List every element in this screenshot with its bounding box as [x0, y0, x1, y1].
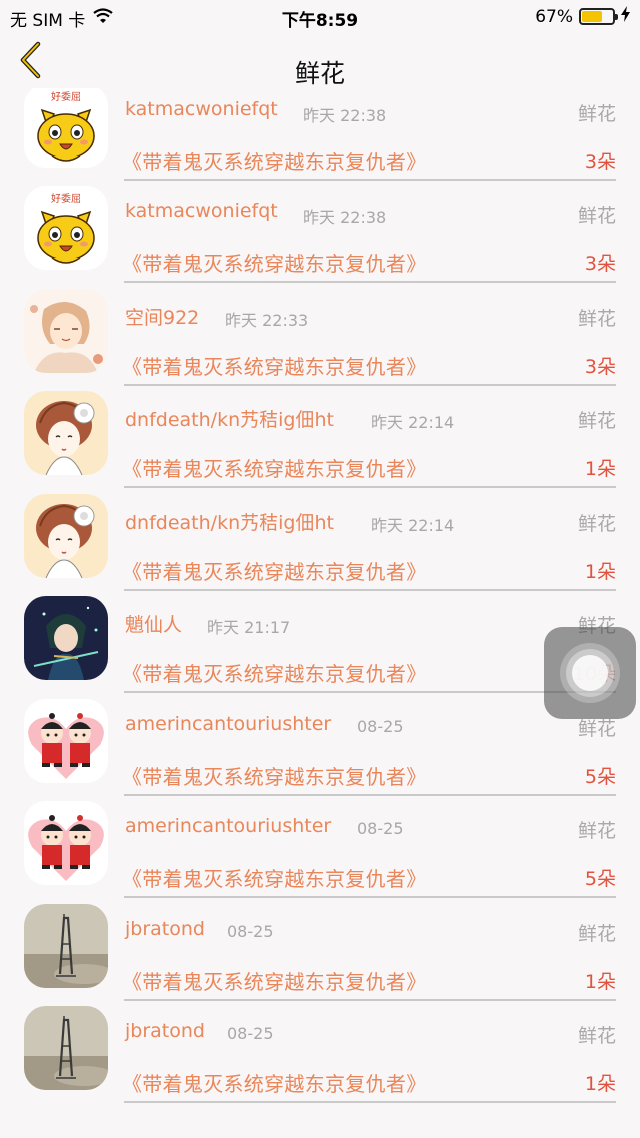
timestamp: 昨天 22:38: [303, 208, 387, 227]
avatar[interactable]: [24, 493, 108, 578]
battery-tip: [615, 14, 618, 20]
sender-name[interactable]: amerincantouriushter: [125, 713, 331, 735]
timestamp: 08-25: [357, 716, 404, 736]
gift-type: 鲜花: [577, 1025, 616, 1047]
gift-type: 鲜花: [577, 307, 616, 330]
list-item[interactable]: dnfdeath/kn艿秸ig佃ht 昨天 22:14 鲜花 《带着鬼灭系统穿越东京复…: [0, 371, 640, 488]
sender-name[interactable]: jbratond: [125, 1020, 205, 1042]
list-item[interactable]: jbratond 08-25 鲜花《带着鬼灭系统穿越东京复仇者》 1朵: [0, 986, 640, 1103]
timestamp: 昨天 22:33: [225, 310, 309, 330]
gift-type: 鲜花: [577, 410, 616, 432]
status-right: 67%: [535, 6, 630, 27]
avatar[interactable]: [24, 596, 108, 680]
assistive-ring-inner: [572, 655, 608, 691]
page-title: 鲜花: [294, 59, 345, 88]
sender-name[interactable]: dnfdeath/kn艿秸ig佃ht: [125, 405, 334, 432]
nav-bar: 鲜花: [0, 32, 640, 88]
list-item[interactable]: dnfdeath/kn艿秸ig佃ht 昨天 22:14 鲜花 《带着鬼灭系统穿越东京复…: [0, 474, 640, 591]
avatar[interactable]: [24, 391, 108, 475]
sender-name[interactable]: 魈仙人: [125, 610, 182, 637]
avatar[interactable]: [24, 288, 108, 373]
row-divider: [124, 1101, 616, 1103]
book-title-link[interactable]: 《带着鬼灭系统穿越东京复仇者》: [122, 1068, 427, 1097]
timestamp: 昨天 22:14: [371, 413, 455, 432]
avatar[interactable]: [24, 1006, 108, 1090]
timestamp: 08-25: [227, 921, 274, 941]
timestamp: 08-25: [357, 819, 404, 838]
sender-name[interactable]: katmacwoniefqt: [125, 98, 278, 120]
list-item[interactable]: 空间922 昨天 22:33 鲜花 《带着鬼灭系统穿越东京复仇者》 3朵: [0, 269, 640, 386]
gift-type: 鲜花: [577, 205, 616, 227]
avatar-label: 好委屈: [51, 90, 81, 103]
sender-name[interactable]: 空间922: [125, 303, 199, 330]
battery-percent: 67%: [535, 6, 573, 27]
avatar[interactable]: 好委屈: [24, 83, 108, 168]
battery-fill: [582, 11, 603, 22]
status-bar: 无 SIM 卡 下午8:59 67%: [0, 0, 640, 32]
list-item[interactable]: amerincantouriushter 08-25 鲜花 《带着鬼灭系统穿越东京复仇…: [0, 781, 640, 898]
gift-type: 鲜花: [577, 922, 616, 945]
list-item[interactable]: 好委屈 katmacwoniefqt 昨天 22:38 鲜花 《带着鬼灭系统穿越东京复仇…: [0, 166, 640, 283]
avatar[interactable]: 好委屈: [24, 186, 108, 270]
list-item[interactable]: jbratond 08-25 鲜花 《带着鬼灭系统穿越东京复仇者》 1朵: [0, 884, 640, 1001]
flower-gift-list[interactable]: 《带着鬼灭系统穿越东京复仇者》10朵好委屈katmacwoniefqt昨天 22…: [0, 32, 640, 1138]
sender-name[interactable]: jbratond: [125, 918, 205, 940]
gift-type: 鲜花: [577, 512, 616, 535]
timestamp: 昨天 22:14: [371, 515, 455, 535]
timestamp: 昨天 22:38: [303, 105, 387, 125]
avatar[interactable]: [24, 698, 108, 783]
sender-name[interactable]: dnfdeath/kn艿秸ig佃ht: [125, 508, 334, 535]
avatar[interactable]: [24, 903, 108, 988]
battery-icon: [579, 8, 618, 25]
flower-count: 1朵: [584, 1073, 616, 1095]
sender-name[interactable]: amerincantouriushter: [125, 815, 331, 837]
sender-name[interactable]: katmacwoniefqt: [125, 200, 278, 222]
avatar-label: 好委屈: [51, 192, 81, 205]
avatar[interactable]: [24, 801, 108, 885]
assistive-touch-button[interactable]: [544, 627, 636, 719]
gift-type: 鲜花: [577, 102, 616, 125]
timestamp: 昨天 21:17: [207, 618, 291, 637]
gift-type: 鲜花: [577, 820, 616, 842]
charging-icon: [621, 6, 630, 27]
timestamp: 08-25: [227, 1024, 274, 1043]
